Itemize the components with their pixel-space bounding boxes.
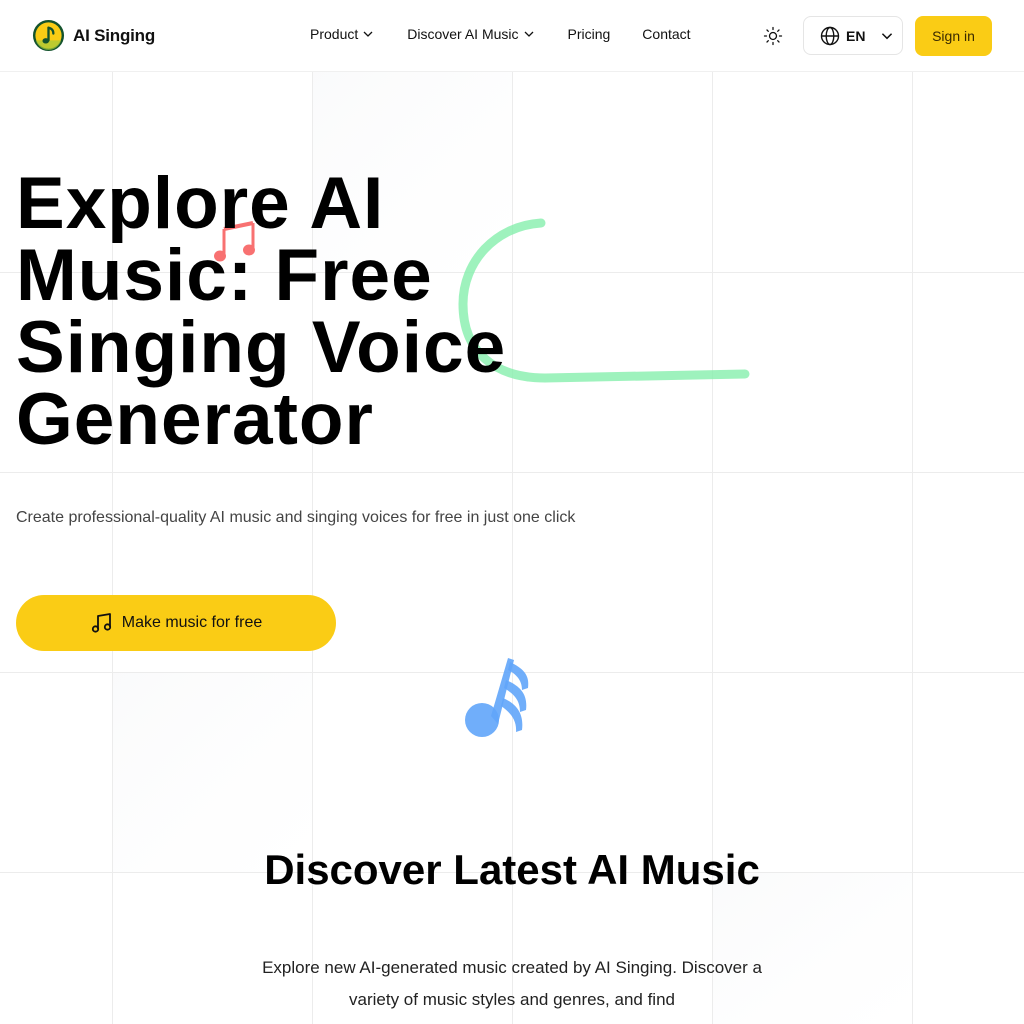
make-music-button[interactable]: Make music for free: [16, 595, 336, 651]
globe-icon: [820, 26, 840, 45]
chevron-down-icon: [363, 31, 373, 37]
music-note-logo-icon: [32, 19, 65, 52]
theme-toggle-button[interactable]: [760, 23, 786, 49]
nav-pricing-label: Pricing: [567, 26, 611, 42]
sun-icon: [763, 26, 783, 46]
brand-name: AI Singing: [73, 25, 156, 45]
logo-link[interactable]: AI Singing: [32, 19, 155, 52]
nav-product-label: Product: [310, 26, 359, 42]
nav-contact[interactable]: Contact: [642, 26, 690, 42]
chevron-down-icon: [524, 31, 533, 37]
sign-in-button[interactable]: Sign in: [915, 16, 992, 56]
discover-section-description: Explore new AI-generated music created b…: [262, 958, 762, 1009]
language-label: EN: [846, 27, 866, 44]
hero-title: Explore AI Music: Free Singing Voice Gen…: [16, 163, 507, 460]
nav-pricing[interactable]: Pricing: [568, 26, 611, 42]
music-note-icon: [91, 613, 111, 633]
blue-music-note-icon: [465, 658, 529, 737]
nav-discover-ai-music[interactable]: Discover AI Music: [407, 26, 535, 42]
make-music-label: Make music for free: [121, 614, 263, 631]
language-selector[interactable]: EN: [803, 16, 903, 55]
chevron-down-icon: [882, 32, 893, 39]
nav-contact-label: Contact: [642, 26, 691, 42]
nav-discover-label: Discover AI Music: [407, 26, 519, 42]
main-nav: Product Discover AI Music Pricing Contac…: [310, 26, 691, 42]
site-header: AI Singing Product Discover AI Music Pri…: [0, 0, 1024, 72]
nav-product[interactable]: Product: [310, 26, 375, 42]
discover-section-title: Discover Latest AI Music: [264, 846, 760, 893]
hero-subtitle: Create professional-quality AI music and…: [16, 509, 576, 526]
